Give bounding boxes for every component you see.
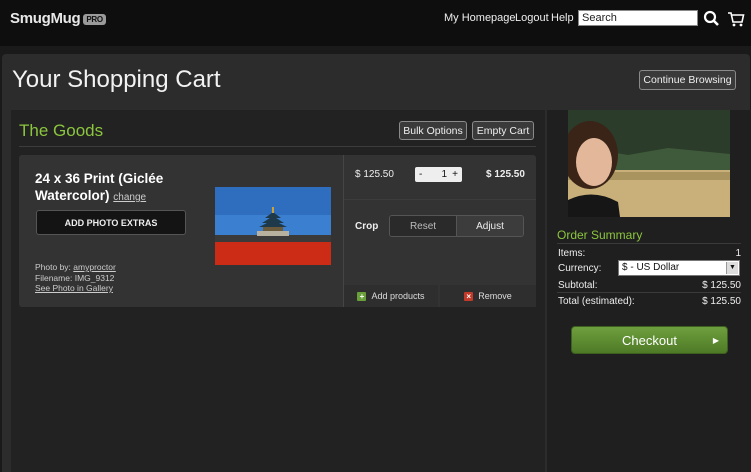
page-title: Your Shopping Cart xyxy=(12,66,221,93)
nav-logout[interactable]: Logout xyxy=(515,12,549,24)
checkout-label: Checkout xyxy=(622,332,677,348)
subtotal-value: $ 125.50 xyxy=(702,280,741,291)
photo-by: Photo by: amyproctor xyxy=(35,262,116,272)
chevron-down-icon[interactable]: ▼ xyxy=(726,262,738,274)
remove-button[interactable]: × Remove xyxy=(440,285,536,307)
smugmug-logo[interactable]: SmugMug PRO xyxy=(10,10,106,27)
add-products-button[interactable]: + Add products xyxy=(344,285,438,307)
summary-currency-row: Currency: xyxy=(558,263,618,274)
summary-total-row: Total (estimated): $ 125.50 xyxy=(558,296,741,307)
items-label: Items: xyxy=(558,248,586,259)
summary-items-row: Items: 1 xyxy=(558,248,741,259)
photographer-link[interactable]: amyproctor xyxy=(73,262,116,272)
remove-icon: × xyxy=(464,291,474,301)
item-photo[interactable] xyxy=(215,187,331,265)
nav-my-homepage[interactable]: My Homepage xyxy=(444,12,516,24)
add-photo-extras-button[interactable]: ADD PHOTO EXTRAS xyxy=(36,210,186,235)
plus-icon: + xyxy=(357,291,367,301)
user-avatar xyxy=(568,110,730,217)
divider xyxy=(557,292,741,293)
arrow-right-icon: ▶ xyxy=(712,336,719,345)
nav-help[interactable]: Help xyxy=(551,12,574,24)
currency-select[interactable]: $ - US Dollar ▼ xyxy=(618,260,740,276)
qty-plus-button[interactable]: + xyxy=(452,169,458,180)
logo-text: SmugMug xyxy=(10,10,81,27)
photo-by-label: Photo by: xyxy=(35,262,71,272)
divider xyxy=(557,243,741,244)
total-value: $ 125.50 xyxy=(702,296,741,307)
continue-browsing-button[interactable]: Continue Browsing xyxy=(639,70,736,90)
search-input[interactable] xyxy=(578,10,698,26)
gallery-link-row: See Photo in Gallery xyxy=(35,283,113,293)
currency-value: $ - US Dollar xyxy=(622,262,680,273)
crop-adjust-button[interactable]: Adjust xyxy=(457,216,523,236)
see-photo-in-gallery-link[interactable]: See Photo in Gallery xyxy=(35,283,113,293)
unit-price: $ 125.50 xyxy=(355,169,394,180)
add-products-label: Add products xyxy=(371,291,425,301)
line-total: $ 125.50 xyxy=(486,169,525,180)
qty-minus-button[interactable]: - xyxy=(419,169,422,180)
remove-label: Remove xyxy=(478,291,512,301)
filename-label: Filename: xyxy=(35,273,73,283)
crop-reset-button[interactable]: Reset xyxy=(390,216,457,236)
change-link[interactable]: change xyxy=(113,192,146,203)
search-icon[interactable] xyxy=(703,10,721,28)
total-label: Total (estimated): xyxy=(558,296,635,307)
crop-label: Crop xyxy=(355,221,379,232)
bulk-options-button[interactable]: Bulk Options xyxy=(399,121,467,140)
qty-value[interactable]: 1 xyxy=(441,169,447,180)
filename-value: IMG_9312 xyxy=(74,273,115,283)
empty-cart-button[interactable]: Empty Cart xyxy=(472,121,534,140)
goods-title: The Goods xyxy=(19,121,104,140)
divider xyxy=(344,199,536,200)
item-title: 24 x 36 Print (Giclée Watercolor) change xyxy=(35,170,215,206)
items-value: 1 xyxy=(735,248,741,259)
order-summary-title: Order Summary xyxy=(557,228,643,242)
currency-label: Currency: xyxy=(558,263,602,274)
pro-badge: PRO xyxy=(83,13,106,25)
cart-icon[interactable] xyxy=(727,10,745,28)
filename: Filename: IMG_9312 xyxy=(35,273,114,283)
crop-toggle: Reset Adjust xyxy=(389,215,524,237)
checkout-button[interactable]: Checkout ▶ xyxy=(571,326,728,354)
divider xyxy=(19,146,536,147)
subtotal-label: Subtotal: xyxy=(558,280,598,291)
quantity-stepper[interactable]: - 1 + xyxy=(415,167,462,182)
summary-subtotal-row: Subtotal: $ 125.50 xyxy=(558,280,741,291)
